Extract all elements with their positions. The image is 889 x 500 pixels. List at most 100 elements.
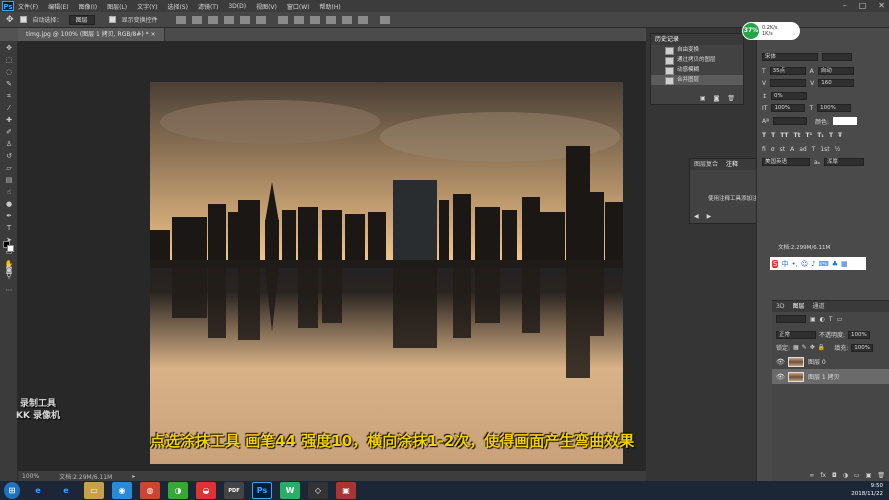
visibility-eye-icon[interactable]: 👁 (776, 373, 785, 381)
add-mask-icon[interactable]: ◘ (832, 472, 837, 479)
app-icon[interactable]: ◑ (168, 482, 188, 499)
visibility-eye-icon[interactable]: 👁 (776, 358, 785, 366)
maximize-icon[interactable]: □ (859, 1, 867, 10)
baseline-shift-field[interactable] (772, 117, 807, 125)
menu-3d[interactable]: 3D(D) (228, 3, 246, 10)
app-icon[interactable]: ◉ (112, 482, 132, 499)
ime-voice-icon[interactable]: ♪ (811, 260, 815, 268)
font-style-field[interactable] (822, 53, 852, 61)
fraction-icon[interactable]: ½ (835, 146, 841, 153)
menu-type[interactable]: 文字(Y) (137, 2, 157, 11)
new-layer-icon[interactable]: ▣ (866, 472, 872, 479)
crop-icon[interactable]: ⌗ (4, 92, 14, 100)
language-dropdown[interactable]: 美国英语 (762, 158, 810, 166)
distribute-top-icon[interactable] (277, 15, 288, 24)
explorer-icon[interactable]: ▭ (84, 482, 104, 499)
layer-name[interactable]: 图层 0 (808, 357, 826, 366)
eyedropper-icon[interactable]: ⁄ (4, 104, 14, 112)
align-top-icon[interactable] (175, 15, 186, 24)
tracking-field[interactable]: 160 (818, 79, 855, 87)
auto-select-dropdown[interactable]: 图层 (68, 14, 95, 25)
distribute-center-icon[interactable] (341, 15, 352, 24)
ime-punct-icon[interactable]: •, (791, 260, 797, 268)
close-icon[interactable]: ✕ (878, 1, 885, 10)
alternates-icon[interactable]: A (790, 146, 794, 153)
ie-icon[interactable]: e (56, 482, 76, 499)
distribute-bottom-icon[interactable] (309, 15, 320, 24)
strikethrough-icon[interactable]: Ŧ (838, 132, 842, 139)
next-note-icon[interactable]: ▶ (707, 213, 712, 220)
underline-icon[interactable]: T (829, 132, 833, 139)
brush-icon[interactable]: ✐ (4, 128, 14, 136)
ime-keyboard-icon[interactable]: ⌨ (819, 260, 829, 268)
network-monitor-badge[interactable]: 37% 0.2K/s 1K/s (742, 22, 800, 40)
tab-3d[interactable]: 3D (776, 301, 784, 312)
distribute-middle-icon[interactable] (293, 15, 304, 24)
fractions-icon[interactable]: 1st (820, 146, 829, 153)
show-transform-checkbox[interactable] (108, 16, 116, 23)
lock-all-icon[interactable]: 🔒 (818, 344, 825, 351)
menu-view[interactable]: 视图(V) (256, 2, 277, 11)
delete-layer-icon[interactable]: 🗑 (877, 472, 885, 479)
smudge-icon[interactable]: ☝ (4, 188, 14, 196)
clone-stamp-icon[interactable]: ♙ (4, 140, 14, 148)
quick-select-icon[interactable]: ✎ (4, 80, 14, 88)
background-color-swatch[interactable] (7, 245, 14, 252)
history-panel-title[interactable]: 历史记录 (655, 34, 679, 45)
ime-tools-icon[interactable]: ▦ (841, 260, 848, 268)
new-doc-from-state-icon[interactable]: ▣ (700, 95, 706, 102)
layer-row[interactable]: 👁 图层 0 (772, 354, 889, 369)
menu-help[interactable]: 帮助(H) (320, 2, 341, 11)
layer-name[interactable]: 图层 1 拷贝 (808, 372, 840, 381)
auto-select-checkbox[interactable] (19, 16, 27, 23)
tab-notes[interactable]: 注释 (726, 159, 738, 170)
horizontal-scale-field[interactable]: 100% (817, 104, 852, 112)
tab-channels[interactable]: 通道 (812, 301, 824, 312)
lock-pixels-icon[interactable]: ▦ (793, 344, 799, 351)
ligature-icon[interactable]: fi (762, 146, 766, 153)
history-item[interactable]: 动感模糊 (651, 65, 743, 75)
align-right-icon[interactable] (255, 15, 266, 24)
filter-type-icon[interactable]: T (829, 316, 833, 323)
gradient-icon[interactable]: ▤ (4, 176, 14, 184)
menu-window[interactable]: 窗口(W) (287, 2, 310, 11)
status-arrow-icon[interactable]: ▸ (132, 473, 135, 480)
titling-icon[interactable]: ad (799, 146, 807, 153)
healing-icon[interactable]: ✚ (4, 116, 14, 124)
ie-icon[interactable]: e (28, 482, 48, 499)
close-tab-icon[interactable]: × (151, 31, 156, 38)
app-icon[interactable]: ◍ (140, 482, 160, 499)
lock-move-icon[interactable]: ✥ (810, 344, 815, 351)
start-button[interactable]: ⊞ (4, 482, 20, 499)
link-layers-icon[interactable]: ∞ (809, 472, 814, 479)
sogou-ime-toolbar[interactable]: S 中 •, ☺ ♪ ⌨ ♣ ▦ (770, 257, 866, 270)
vertical-scale-field[interactable]: 100% (771, 104, 806, 112)
history-item[interactable]: 合并图层 (651, 75, 743, 85)
font-family-field[interactable]: 宋体 (762, 53, 818, 61)
tab-layer-comps[interactable]: 图层复合 (694, 159, 718, 170)
align-center-icon[interactable] (239, 15, 250, 24)
layer-style-icon[interactable]: fx (820, 472, 826, 479)
blend-mode-dropdown[interactable]: 正常 (776, 330, 816, 339)
pen-icon[interactable]: ✒ (4, 212, 14, 220)
adjustment-layer-icon[interactable]: ◑ (843, 472, 848, 479)
all-caps-icon[interactable]: TT (780, 132, 788, 139)
anti-alias-dropdown[interactable]: 浑厚 (824, 158, 865, 166)
photoshop-taskbar-icon[interactable]: Ps (252, 482, 272, 499)
ime-emoji-icon[interactable]: ☺ (801, 260, 808, 268)
new-group-icon[interactable]: ▭ (854, 472, 860, 479)
dodge-icon[interactable]: ● (4, 200, 14, 208)
snapshot-icon[interactable]: ◙ (714, 95, 720, 102)
app-icon[interactable]: ◒ (196, 482, 216, 499)
kerning-field[interactable] (770, 79, 807, 87)
menu-file[interactable]: 文件(F) (18, 2, 38, 11)
align-bottom-icon[interactable] (207, 15, 218, 24)
type-icon[interactable]: T (4, 224, 14, 232)
font-size-field[interactable]: 35点 (769, 67, 806, 75)
move-icon[interactable]: ✥ (4, 44, 14, 52)
filter-pixel-icon[interactable]: ▣ (810, 316, 816, 323)
filter-adjust-icon[interactable]: ◐ (820, 316, 825, 323)
leading-field[interactable]: 自动 (817, 67, 854, 75)
superscript-icon[interactable]: T¹ (805, 132, 812, 139)
layer-filter-dropdown[interactable] (776, 315, 806, 323)
